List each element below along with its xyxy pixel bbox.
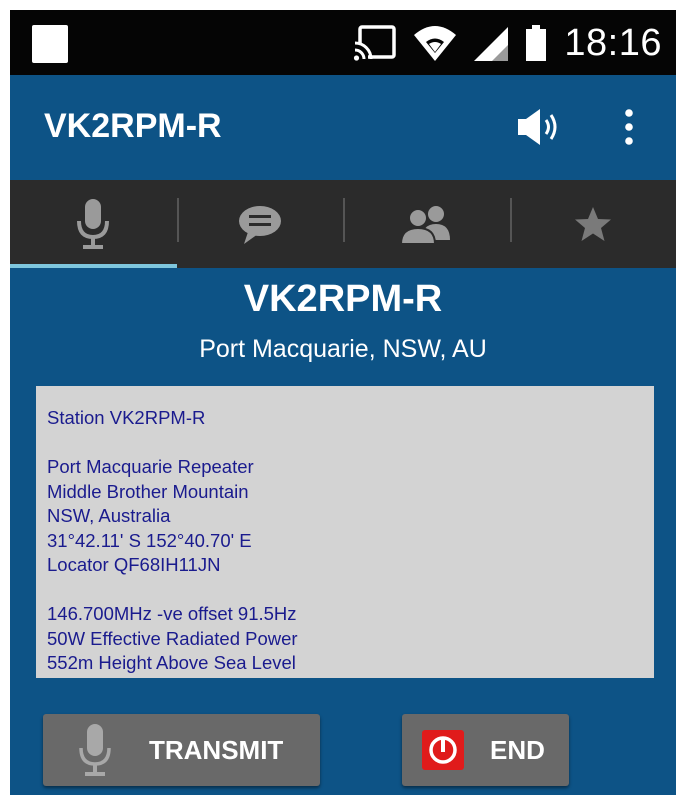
app-title: VK2RPM-R — [44, 107, 222, 145]
wifi-icon — [412, 23, 458, 63]
status-bar: 18:16 — [10, 10, 676, 75]
end-button[interactable]: END — [402, 714, 569, 786]
battery-icon — [524, 23, 548, 63]
people-icon — [400, 206, 451, 245]
info-line: 50W Effective Radiated Power — [47, 627, 298, 649]
microphone-icon — [67, 722, 123, 778]
info-line: 31°42.11' S 152°40.70' E — [47, 529, 252, 551]
app-screen: 18:16 VK2RPM-R VK2RPM-R Port Macquarie, … — [10, 10, 676, 795]
tab-people[interactable] — [343, 180, 510, 268]
tab-bar — [10, 180, 676, 268]
info-line: Station VK2RPM-R — [47, 407, 206, 428]
station-name: VK2RPM-R — [243, 278, 443, 320]
microphone-icon — [77, 199, 110, 249]
tab-microphone[interactable] — [10, 180, 177, 268]
app-bar: VK2RPM-R — [10, 75, 676, 180]
info-line: 146.700MHz -ve offset 91.5Hz — [47, 603, 297, 624]
overflow-menu-icon[interactable] — [614, 105, 644, 149]
star-icon — [574, 207, 611, 241]
info-line: Port Macquarie Repeater — [47, 456, 254, 477]
info-line: Locator QF68IH11JN — [47, 554, 221, 575]
power-icon — [422, 730, 464, 770]
info-line: NSW, Australia — [47, 505, 171, 526]
info-line — [47, 431, 654, 456]
cast-icon — [352, 23, 398, 63]
station-info-panel[interactable]: Station VK2RPM-R Port Macquarie Repeater… — [36, 386, 654, 678]
cellular-signal-icon — [472, 23, 510, 63]
status-icons: 18:16 — [338, 18, 662, 68]
chat-icon — [238, 206, 281, 244]
info-line: Middle Brother Mountain — [47, 480, 249, 502]
tab-chat[interactable] — [176, 180, 344, 268]
end-button-label: END — [490, 734, 545, 765]
tab-favorites[interactable] — [509, 180, 677, 268]
transmit-button[interactable]: TRANSMIT — [43, 714, 320, 786]
notification-square-icon — [32, 25, 68, 63]
info-line — [47, 578, 654, 603]
volume-icon[interactable] — [514, 105, 564, 149]
status-clock: 18:16 — [564, 21, 662, 64]
info-line: 552m Height Above Sea Level — [47, 652, 296, 673]
station-info-text: Station VK2RPM-R Port Macquarie Repeater… — [36, 386, 654, 676]
transmit-button-label: TRANSMIT — [149, 734, 284, 765]
station-location: Port Macquarie, NSW, AU — [199, 335, 487, 363]
